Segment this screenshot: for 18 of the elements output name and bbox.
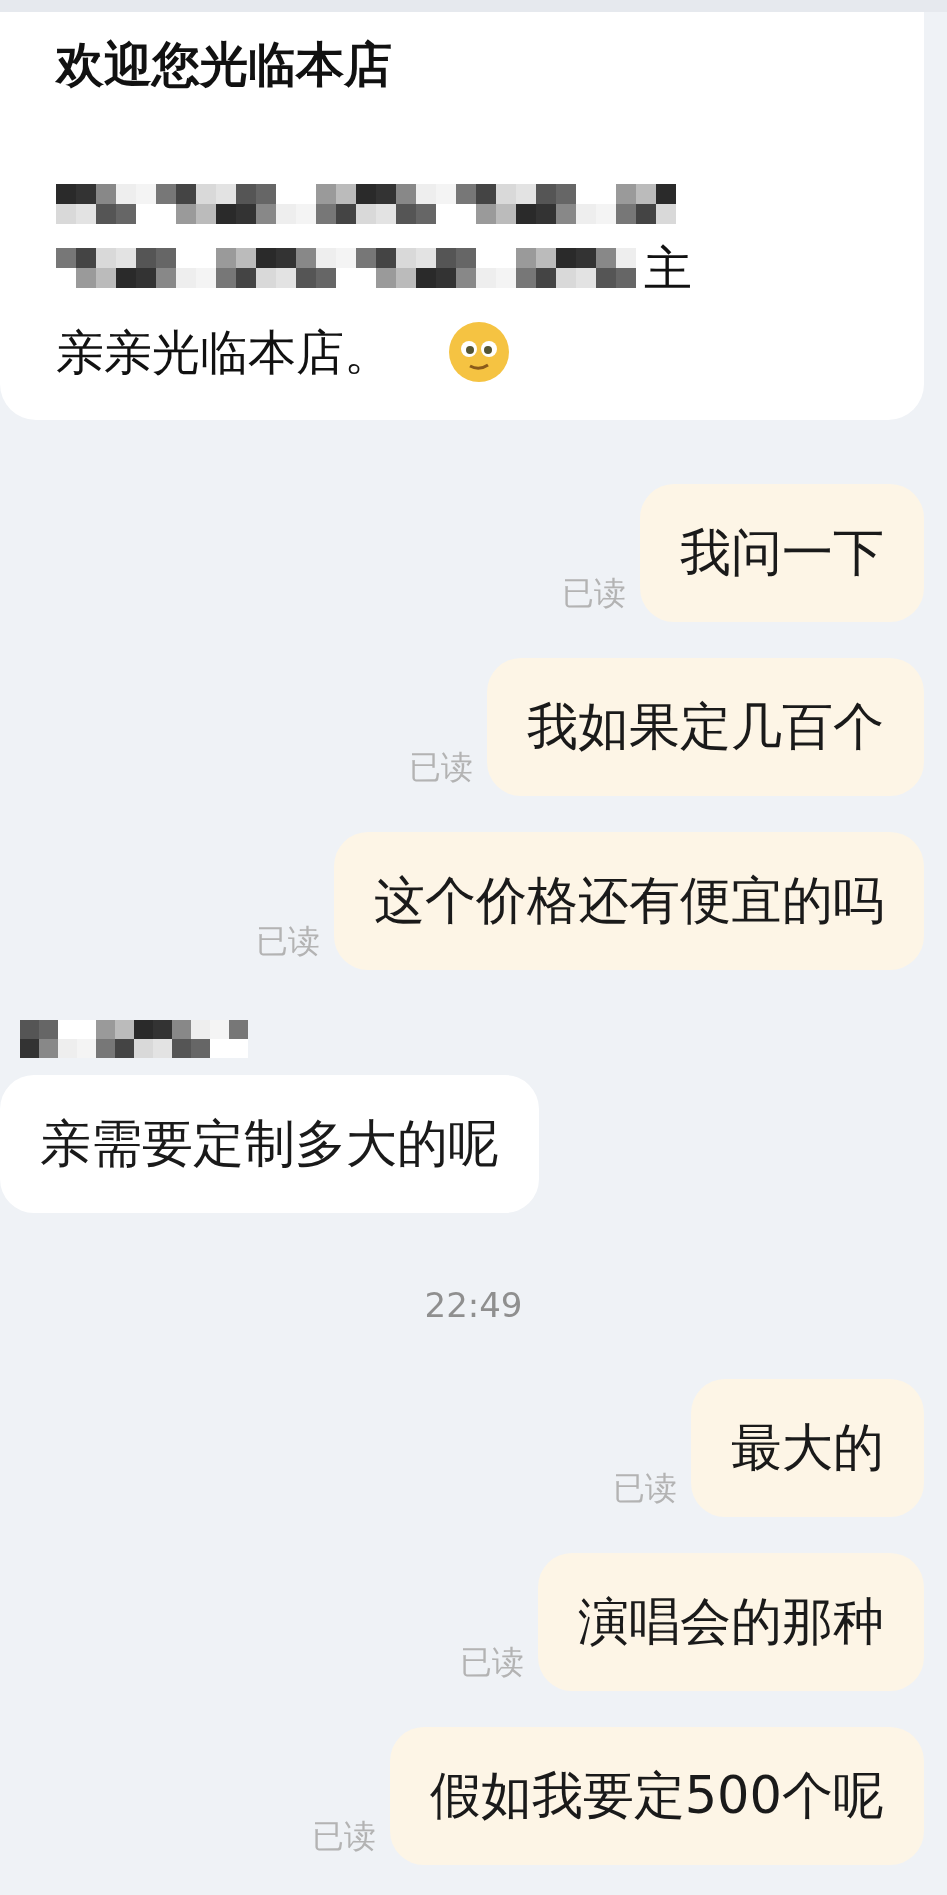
message-bubble: 最大的 [691, 1379, 924, 1517]
read-status: 已读 [256, 921, 320, 962]
read-status: 已读 [613, 1468, 677, 1509]
message-text: 亲亲光临本店。 [56, 323, 392, 382]
read-status: 已读 [409, 747, 473, 788]
read-status: 已读 [311, 1816, 376, 1857]
read-status: 已读 [562, 573, 626, 614]
emoji-icon [448, 321, 510, 383]
read-status: 已读 [460, 1642, 524, 1683]
message-bubble: 我问一下 [640, 484, 924, 622]
message-bubble: 亲需要定制多大的呢 [0, 1075, 539, 1213]
message-text: 主 [644, 239, 692, 298]
message-bubble: 这个价格还有便宜的吗 [334, 832, 924, 970]
timestamp: 22:49 [424, 1285, 523, 1325]
message-bubble: 演唱会的那种 [538, 1553, 924, 1691]
message-bubble: 假如我要定500个呢 [389, 1727, 924, 1865]
card-title: 欢迎您光临本店 [56, 35, 392, 94]
message-bubble: 我如果定几百个 [487, 658, 924, 796]
